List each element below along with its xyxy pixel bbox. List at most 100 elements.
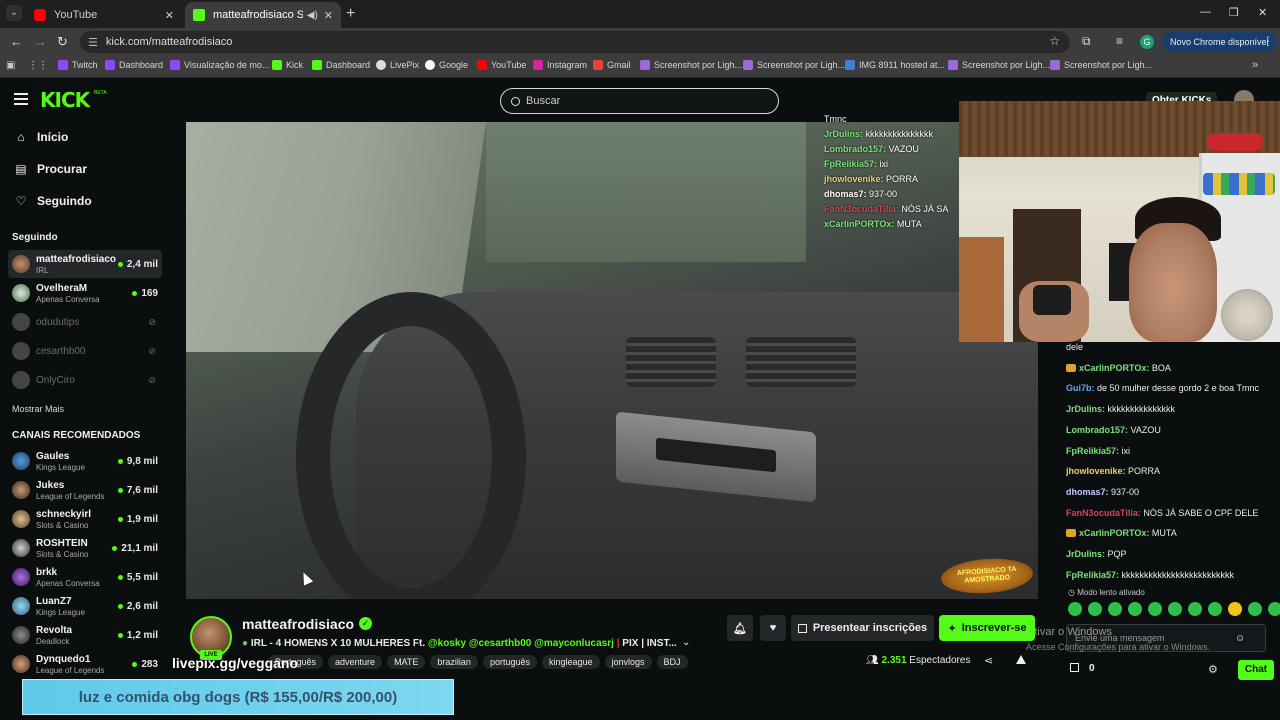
emote-icon[interactable] — [1128, 602, 1142, 616]
taskbar-clock[interactable]: 19:42 06/04/2026 — [1236, 693, 1276, 717]
following-channel-matteafrodisiaco[interactable]: matteafrodisiaco IRL 2,4 mil — [8, 250, 162, 278]
reading-list-icon[interactable]: ▣ — [6, 60, 15, 71]
stream-tag[interactable]: português — [482, 655, 537, 669]
chat-username[interactable]: JrDulins: — [1066, 549, 1105, 559]
bookmark-screenshot-4[interactable]: Screenshot por Ligh... — [1050, 60, 1152, 70]
emote-icon[interactable] — [1188, 602, 1202, 616]
chat-username[interactable]: FpRelikia57: — [1066, 570, 1119, 580]
emoji-picker-icon[interactable]: ☺ — [1235, 633, 1245, 644]
media-controls-icon[interactable]: ≡ — [1116, 34, 1123, 48]
emote-icon[interactable] — [1248, 602, 1262, 616]
recommended-channel-revolta[interactable]: Revolta Deadlock 1,2 mil — [8, 621, 162, 649]
bookmark-kick-dashboard[interactable]: Dashboard — [312, 60, 370, 70]
chat-username[interactable]: xCarlinPORTOx: — [1079, 363, 1149, 373]
stream-tag[interactable]: jonvlogs — [604, 655, 652, 669]
gift-subs-button[interactable]: Presentear inscrições — [791, 615, 934, 641]
bookmark-livepix[interactable]: LivePix — [376, 60, 419, 70]
kicks-counter[interactable]: 0 — [1070, 663, 1095, 674]
nav-following[interactable]: ♡ Seguindo — [14, 194, 92, 208]
menu-icon[interactable] — [14, 93, 28, 105]
chat-message[interactable]: dele — [1066, 342, 1278, 352]
bookmark-screenshot-2[interactable]: Screenshot por Ligh... — [743, 60, 845, 70]
chat-settings-icon[interactable]: ⚙ — [1208, 663, 1218, 676]
bookmark-star-icon[interactable]: ☆ — [1049, 34, 1060, 48]
chat-message[interactable]: JrDulins: kkkkkkkkkkkkkkk — [1066, 404, 1278, 414]
chat-username[interactable]: Lombrado157: — [1066, 425, 1128, 435]
chrome-menu-icon[interactable]: ⋮ — [1262, 34, 1274, 48]
chat-message[interactable]: jhowlovenike: PORRA — [1066, 466, 1278, 476]
wifi-icon[interactable]: ◠ — [1188, 698, 1197, 709]
site-info-icon[interactable]: ☰ — [88, 36, 98, 49]
tray-app-icon[interactable]: ◐ — [1146, 698, 1152, 709]
back-icon[interactable]: ← — [10, 34, 23, 49]
extensions-icon[interactable]: ⧉ — [1082, 34, 1091, 49]
bookmark-img-hosted[interactable]: IMG 8911 hosted at... — [845, 60, 945, 70]
following-channel-cesarthb00[interactable]: cesarthb00 ⊘ — [8, 337, 162, 365]
update-chrome-button[interactable]: Novo Chrome disponível — [1162, 32, 1277, 52]
bookmark-instagram[interactable]: Instagram — [533, 60, 587, 70]
kick-logo[interactable]: KICK — [40, 88, 90, 112]
chat-message[interactable]: Gui7b: de 50 mulher desse gordo 2 e boa … — [1066, 383, 1278, 393]
recommended-channel-luanz7[interactable]: LuanZ7 Kings League 2,6 mil — [8, 592, 162, 620]
report-icon[interactable] — [1016, 655, 1026, 664]
recommended-channel-roshtein[interactable]: ROSHTEIN Slots & Casino 21,1 mil — [8, 534, 162, 562]
chat-message[interactable]: xCarlinPORTOx: MUTA — [1066, 528, 1278, 538]
nav-home[interactable]: ⌂ Início — [14, 130, 68, 144]
chat-message[interactable]: FanN3ocudaTilia: NÓS JÁ SABE O CPF DELE — [1066, 508, 1278, 518]
chat-username[interactable]: jhowlovenike: — [1066, 466, 1126, 476]
chat-username[interactable]: dhomas7: — [1066, 487, 1109, 497]
close-tab-icon[interactable]: ✕ — [165, 9, 174, 22]
apps-icon[interactable]: ⋮⋮ — [28, 60, 48, 71]
chat-message[interactable]: dhomas7: 937-00 — [1066, 487, 1278, 497]
close-window-icon[interactable]: ✕ — [1258, 6, 1267, 19]
speaker-icon[interactable]: ◀) — [307, 10, 318, 21]
emote-icon[interactable] — [1088, 602, 1102, 616]
tray-chevron-icon[interactable]: ⌃ — [1124, 698, 1132, 709]
bookmark-youtube[interactable]: YouTube — [477, 60, 526, 70]
emote-icon[interactable] — [1208, 602, 1222, 616]
stream-tag[interactable]: MATE — [387, 655, 426, 669]
volume-icon[interactable]: ◁) — [1206, 698, 1217, 709]
bookmark-twitch[interactable]: Twitch — [58, 60, 98, 70]
recommended-channel-brkk[interactable]: brkk Apenas Conversa 5,5 mil — [8, 563, 162, 591]
follow-button[interactable]: ♥ — [760, 615, 786, 641]
chat-message[interactable]: JrDulins: PQP — [1066, 549, 1278, 559]
emote-icon[interactable] — [1148, 602, 1162, 616]
restore-icon[interactable]: ❐ — [1229, 6, 1239, 19]
nav-browse[interactable]: ▤ Procurar — [14, 162, 87, 176]
recommended-channel-jukes[interactable]: Jukes League of Legends 7,6 mil — [8, 476, 162, 504]
chat-username[interactable]: JrDulins: — [1066, 404, 1105, 414]
bookmark-screenshot-3[interactable]: Screenshot por Ligh... — [948, 60, 1050, 70]
subscribe-button[interactable]: ✦ Inscrever-se — [939, 615, 1035, 641]
microphone-icon[interactable]: ⎍ — [1168, 698, 1175, 709]
bookmark-dashboard[interactable]: Dashboard — [105, 60, 163, 70]
windows-start-icon[interactable] — [12, 698, 22, 708]
forward-icon[interactable]: → — [34, 34, 47, 49]
following-channel-ovelheram[interactable]: OvelheraM Apenas Conversa 169 — [8, 279, 162, 307]
more-bookmarks-icon[interactable]: » — [1252, 59, 1258, 71]
chat-username[interactable]: xCarlinPORTOx: — [1079, 528, 1149, 538]
stream-tag[interactable]: kingleague — [541, 655, 600, 669]
notifications-button[interactable]: 🔔︎ — [727, 615, 753, 641]
emote-icon[interactable] — [1168, 602, 1182, 616]
tab-search-button[interactable]: ⌄ — [6, 5, 22, 21]
bookmark-visualizacao[interactable]: Visualização de mo... — [170, 60, 269, 70]
reload-icon[interactable]: ↻ — [57, 34, 68, 50]
new-tab-button[interactable]: + — [346, 5, 355, 23]
minimize-icon[interactable]: — — [1200, 6, 1211, 18]
share-icon[interactable]: ⋖ — [984, 654, 993, 667]
expand-title-icon[interactable]: ⌄ — [682, 637, 690, 648]
search-input[interactable] — [526, 95, 766, 107]
chat-message[interactable]: xCarlinPORTOx: BOA — [1066, 363, 1278, 373]
recommended-channel-gaules[interactable]: Gaules Kings League 9,8 mil — [8, 447, 162, 475]
close-tab-icon[interactable]: ✕ — [324, 9, 333, 22]
stream-tag[interactable]: adventure — [328, 655, 383, 669]
stream-tag[interactable]: brazilian — [430, 655, 478, 669]
tab-kick-stream[interactable]: matteafrodisiaco Stream - \ ◀) ✕ — [185, 2, 341, 28]
stream-tag[interactable]: BDJ — [656, 655, 688, 669]
address-bar[interactable]: ☰ kick.com/matteafrodisiaco ☆ — [80, 31, 1070, 53]
emote-icon[interactable] — [1228, 602, 1242, 616]
streamer-name[interactable]: matteafrodisiaco — [242, 616, 354, 632]
bookmark-google[interactable]: Google — [425, 60, 468, 70]
chat-message[interactable]: FpRelikia57: kkkkkkkkkkkkkkkkkkkkkkkkk — [1066, 570, 1278, 580]
